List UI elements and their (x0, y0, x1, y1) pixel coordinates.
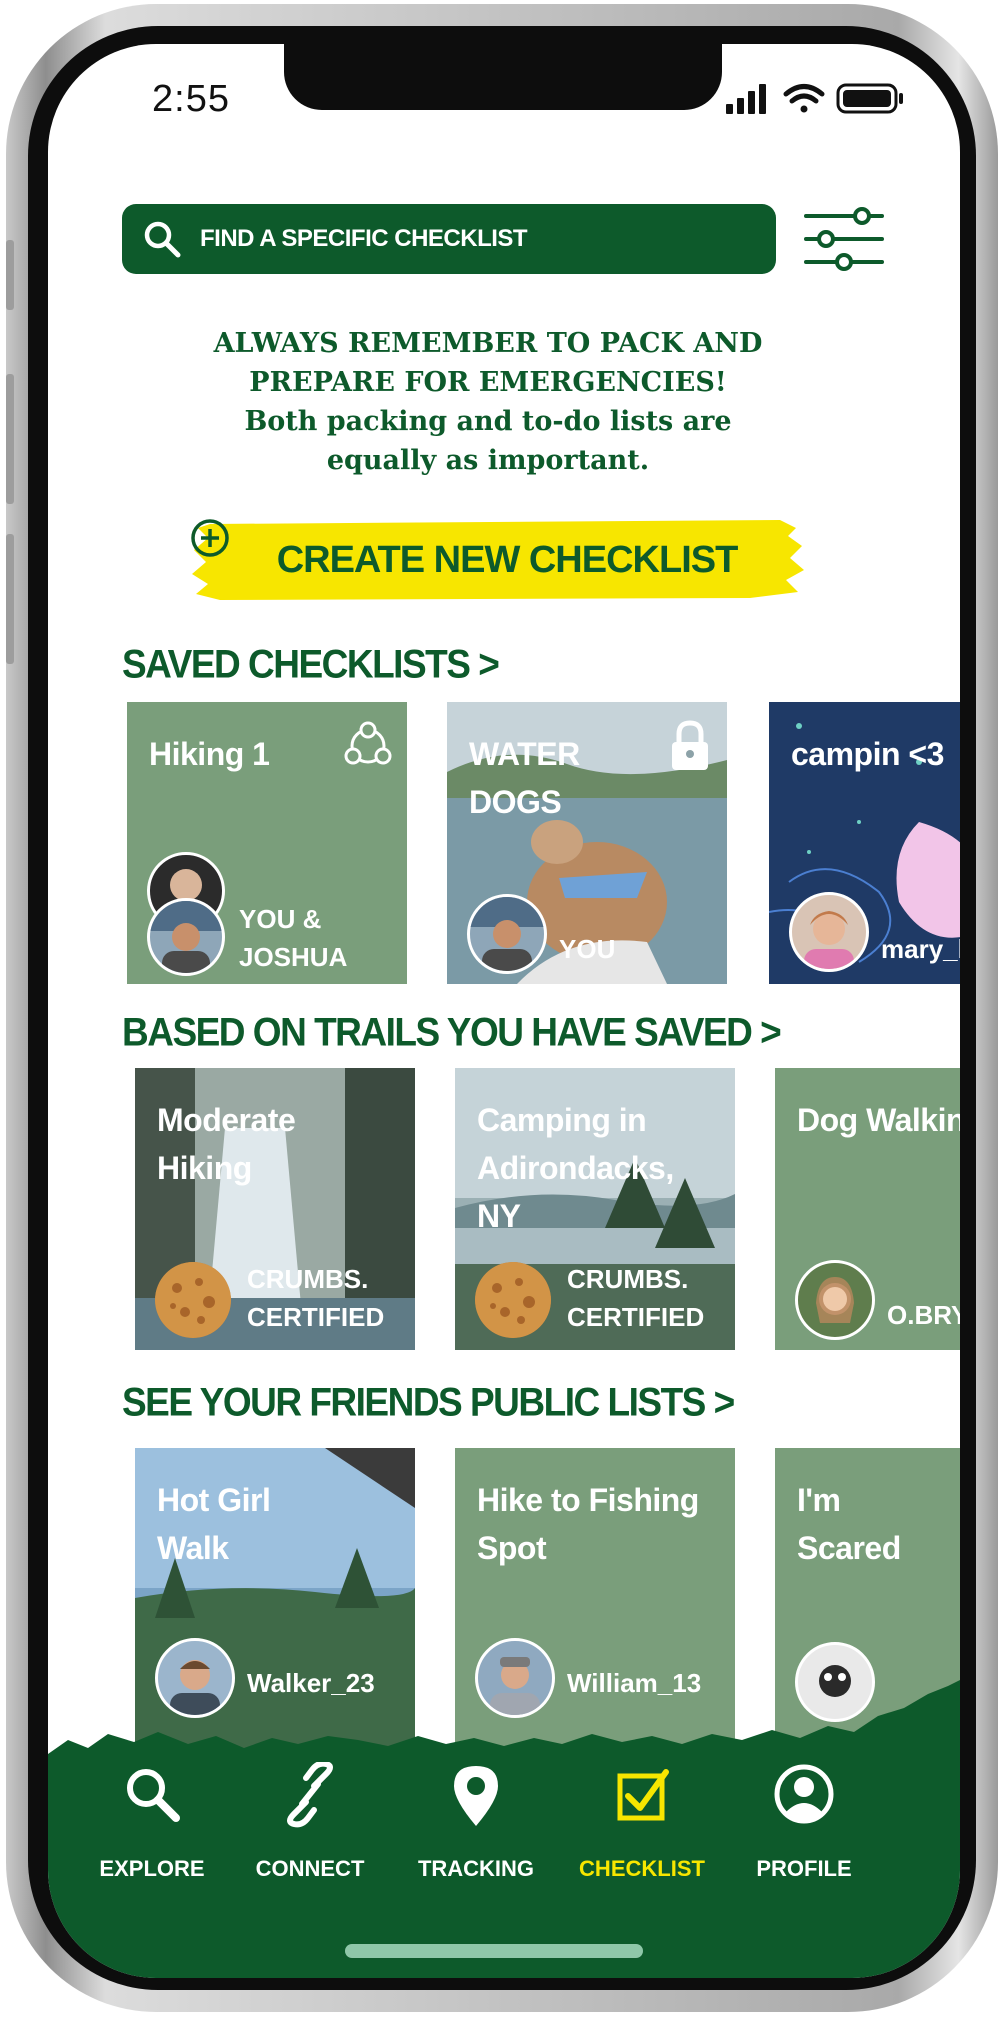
trail-card-dog-walking[interactable]: Dog Walkin O.BRYI (775, 1068, 960, 1350)
create-checklist-label: CREATE NEW CHECKLIST (276, 538, 739, 581)
create-label-row: CREATE NEW CHECKLIST (190, 518, 810, 602)
wifi-icon (783, 84, 825, 113)
volume-down-button (6, 534, 14, 664)
nav-tracking[interactable]: TRACKING (396, 1762, 556, 1902)
nav-label: CONNECT (255, 1856, 365, 1881)
card-owner: CRUMBS. CERTIFIED (247, 1264, 385, 1332)
card-title: I'm Scared (797, 1482, 901, 1566)
card-title: Hot Girl Walk (157, 1482, 271, 1566)
card-title: campin <3 (791, 736, 944, 772)
search-placeholder: FIND A SPECIFIC CHECKLIST (200, 225, 528, 252)
card-owner: mary_l (881, 934, 960, 964)
crumbs-badge (475, 1262, 551, 1338)
filter-button[interactable] (804, 206, 884, 272)
card-title: Dog Walkin (797, 1102, 960, 1138)
checklist-card-water-dogs[interactable]: WATER DOGS YOU (447, 702, 727, 984)
silent-switch (6, 240, 14, 310)
nav-label: PROFILE (756, 1856, 852, 1881)
app-screen: 2:55 FIND A SPECIFIC CHECKLIST ALWAYS RE… (48, 44, 960, 1978)
trail-checklists-title[interactable]: BASED ON TRAILS YOU HAVE SAVED > (122, 1010, 782, 1055)
tagline-line-2: PREPARE FOR EMERGENCIES! (249, 367, 727, 398)
card-owner: O.BRYI (887, 1300, 960, 1330)
card-owner: CRUMBS. CERTIFIED (567, 1264, 705, 1332)
filter-sliders-icon (804, 207, 884, 271)
nav-connect[interactable]: CONNECT (230, 1762, 390, 1902)
trail-card-moderate-hiking[interactable]: Moderate Hiking CRUMBS. CERTIFIED (135, 1068, 415, 1350)
nav-label: CHECKLIST (579, 1856, 705, 1881)
cellular-signal-icon (726, 84, 766, 114)
nav-label: EXPLORE (99, 1856, 205, 1881)
card-title: Hike to Fishing Spot (477, 1482, 699, 1566)
avatar (789, 892, 869, 972)
tagline: ALWAYS REMEMBER TO PACK AND PREPARE FOR … (138, 324, 838, 480)
user-circle-icon (774, 1764, 834, 1824)
plus-circle-icon (191, 519, 229, 557)
notch (284, 44, 722, 110)
create-checklist-button[interactable]: CREATE NEW CHECKLIST (190, 518, 810, 602)
tagline-line-4: equally as important. (326, 445, 650, 476)
checklist-card-hiking-1[interactable]: Hiking 1 YOU & JOSHUA (127, 702, 407, 984)
checklist-card-campin[interactable]: campin <3 mary_l (769, 702, 960, 984)
card-title: Moderate Hiking (157, 1102, 296, 1186)
card-owner: YOU (559, 934, 616, 964)
home-indicator[interactable] (345, 1944, 643, 1958)
nav-label: TRACKING (417, 1856, 535, 1881)
shared-group-icon (344, 721, 392, 765)
avatar (147, 898, 225, 976)
volume-up-button (6, 374, 14, 504)
nav-explore[interactable]: EXPLORE (72, 1762, 232, 1902)
saved-checklists-title[interactable]: SAVED CHECKLISTS > (122, 642, 500, 687)
crumbs-badge (155, 1262, 231, 1338)
lock-icon (672, 720, 708, 770)
battery-icon (836, 83, 903, 114)
search-icon (127, 1769, 180, 1822)
card-owner: YOU & JOSHUA (239, 904, 348, 972)
status-time: 2:55 (152, 78, 230, 120)
search-icon (142, 219, 182, 259)
card-title: Camping in Adirondacks, NY (477, 1102, 674, 1234)
nav-profile[interactable]: PROFILE (724, 1762, 884, 1902)
search-input[interactable]: FIND A SPECIFIC CHECKLIST (122, 204, 776, 274)
status-icons (724, 80, 914, 116)
trail-card-camping-adirondacks[interactable]: Camping in Adirondacks, NY CRUMBS. CERTI… (455, 1068, 735, 1350)
card-title: WATER DOGS (469, 736, 580, 820)
avatar (795, 1260, 875, 1340)
friends-lists-title[interactable]: SEE YOUR FRIENDS PUBLIC LISTS > (122, 1380, 735, 1425)
map-pin-icon (454, 1766, 498, 1826)
avatar (467, 894, 547, 974)
checkbox-icon (617, 1769, 669, 1821)
link-icon (287, 1762, 333, 1828)
nav-checklist[interactable]: CHECKLIST (562, 1762, 722, 1902)
tagline-line-3: Both packing and to-do lists are (244, 406, 732, 437)
tagline-line-1: ALWAYS REMEMBER TO PACK AND (213, 328, 763, 359)
